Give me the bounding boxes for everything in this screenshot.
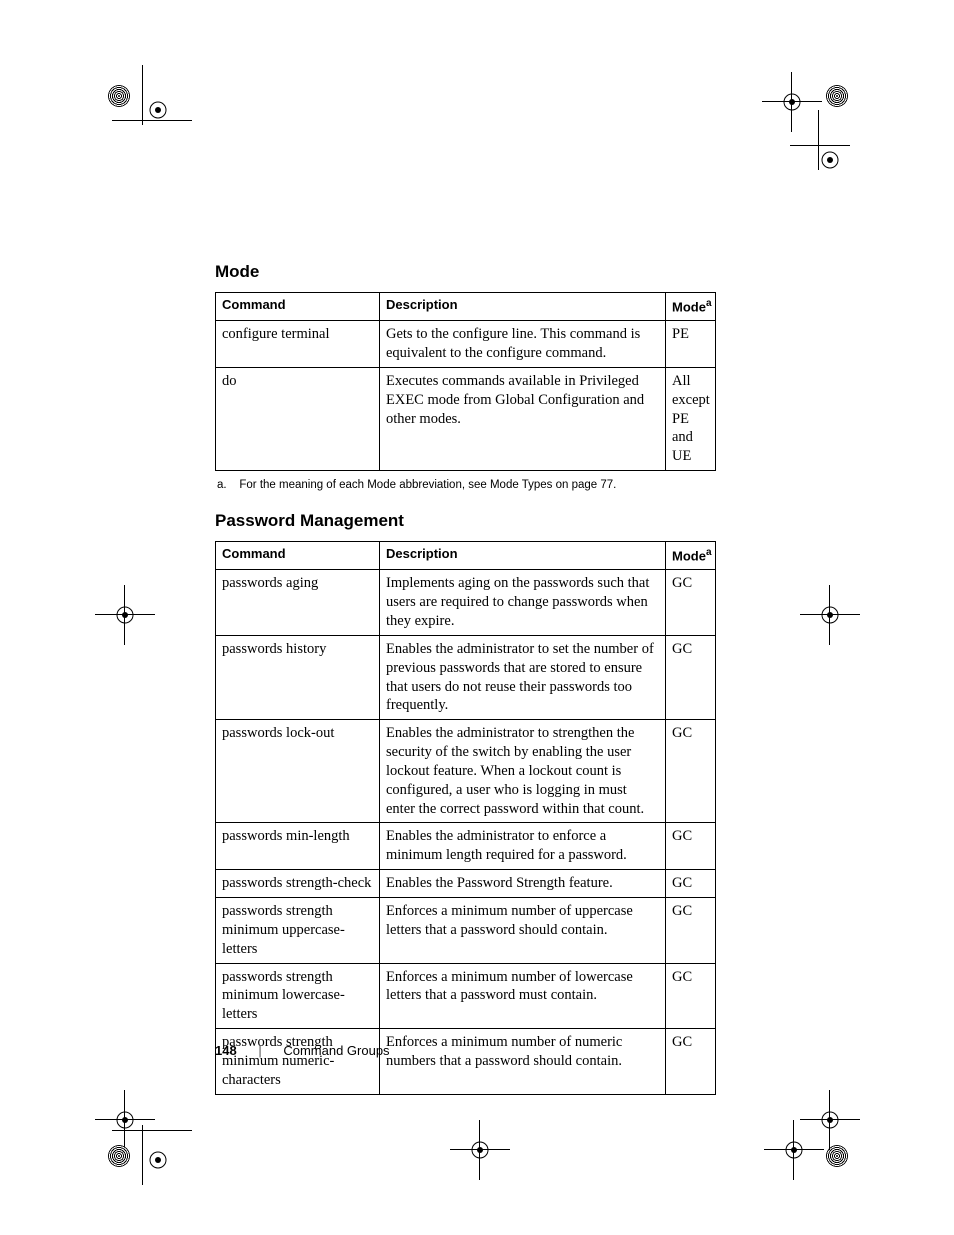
table-row: passwords strength minimum numeric-chara… (216, 1029, 716, 1095)
cell-command: passwords strength minimum numeric-chara… (216, 1029, 380, 1095)
cell-description: Enables the Password Strength feature. (380, 870, 666, 898)
cell-mode: All except PE and UE (666, 367, 716, 470)
content-area: Mode Command Description Modea configure… (215, 262, 715, 1095)
col-mode-sup: a (706, 298, 712, 309)
cell-command: do (216, 367, 380, 470)
cell-command: passwords min-length (216, 823, 380, 870)
page-number: 148 (215, 1043, 237, 1058)
cell-command: passwords strength-check (216, 870, 380, 898)
password-table: Command Description Modea passwords agin… (215, 541, 716, 1094)
registration-mark-bc (450, 1120, 510, 1180)
cell-command: passwords aging (216, 570, 380, 636)
col-mode: Modea (666, 542, 716, 570)
cell-description: Executes commands available in Privilege… (380, 367, 666, 470)
table-row: passwords aging Implements aging on the … (216, 570, 716, 636)
cell-command: configure terminal (216, 321, 380, 368)
page: Mode Command Description Modea configure… (0, 0, 954, 1235)
cell-mode: GC (666, 720, 716, 823)
cell-mode: GC (666, 570, 716, 636)
crop-bar (112, 1130, 192, 1131)
col-command: Command (216, 293, 380, 321)
col-mode: Modea (666, 293, 716, 321)
registration-mark-tl (128, 80, 188, 140)
registration-mark-ml (95, 585, 155, 645)
table-header-row: Command Description Modea (216, 542, 716, 570)
page-footer: 148 | Command Groups (215, 1043, 390, 1058)
cell-description: Gets to the configure line. This command… (380, 321, 666, 368)
footnote-label: a. (217, 479, 227, 491)
crop-disc-tl (108, 85, 130, 107)
section-heading-password: Password Management (215, 511, 715, 531)
cell-description: Enforces a minimum number of lowercase l… (380, 963, 666, 1029)
mode-footnote: a. For the meaning of each Mode abbrevia… (217, 479, 715, 491)
crop-disc-tr (826, 85, 848, 107)
cell-mode: GC (666, 963, 716, 1029)
col-description: Description (380, 293, 666, 321)
col-mode-sup: a (706, 547, 712, 558)
cell-description: Enables the administrator to enforce a m… (380, 823, 666, 870)
table-row: passwords min-length Enables the adminis… (216, 823, 716, 870)
registration-mark-tr2 (800, 130, 860, 190)
col-command: Command (216, 542, 380, 570)
cell-mode: GC (666, 635, 716, 719)
section-heading-mode: Mode (215, 262, 715, 282)
cell-description: Enables the administrator to strengthen … (380, 720, 666, 823)
registration-mark-tr (762, 72, 822, 132)
table-row: passwords lock-out Enables the administr… (216, 720, 716, 823)
cell-mode: GC (666, 1029, 716, 1095)
cell-mode: GC (666, 870, 716, 898)
col-mode-label: Mode (672, 299, 706, 314)
cell-mode: GC (666, 898, 716, 964)
table-row: do Executes commands available in Privil… (216, 367, 716, 470)
col-description: Description (380, 542, 666, 570)
footer-separator: | (258, 1043, 261, 1058)
table-header-row: Command Description Modea (216, 293, 716, 321)
cell-command: passwords strength minimum lowercase-let… (216, 963, 380, 1029)
cell-mode: GC (666, 823, 716, 870)
cell-description: Enforces a minimum number of numeric num… (380, 1029, 666, 1095)
footnote-text: For the meaning of each Mode abbreviatio… (239, 479, 616, 491)
footer-section: Command Groups (283, 1043, 389, 1058)
cell-command: passwords history (216, 635, 380, 719)
mode-table: Command Description Modea configure term… (215, 292, 716, 471)
col-mode-label: Mode (672, 548, 706, 563)
table-row: passwords strength minimum uppercase-let… (216, 898, 716, 964)
cell-command: passwords strength minimum uppercase-let… (216, 898, 380, 964)
cell-description: Enforces a minimum number of uppercase l… (380, 898, 666, 964)
registration-mark-br2 (800, 1090, 860, 1150)
table-row: passwords strength-check Enables the Pas… (216, 870, 716, 898)
crop-bar (142, 1125, 143, 1185)
table-row: passwords history Enables the administra… (216, 635, 716, 719)
registration-mark-bl2 (128, 1130, 188, 1190)
registration-mark-mr (800, 585, 860, 645)
cell-description: Implements aging on the passwords such t… (380, 570, 666, 636)
cell-mode: PE (666, 321, 716, 368)
cell-command: passwords lock-out (216, 720, 380, 823)
cell-description: Enables the administrator to set the num… (380, 635, 666, 719)
table-row: configure terminal Gets to the configure… (216, 321, 716, 368)
crop-disc-bl (108, 1145, 130, 1167)
table-row: passwords strength minimum lowercase-let… (216, 963, 716, 1029)
